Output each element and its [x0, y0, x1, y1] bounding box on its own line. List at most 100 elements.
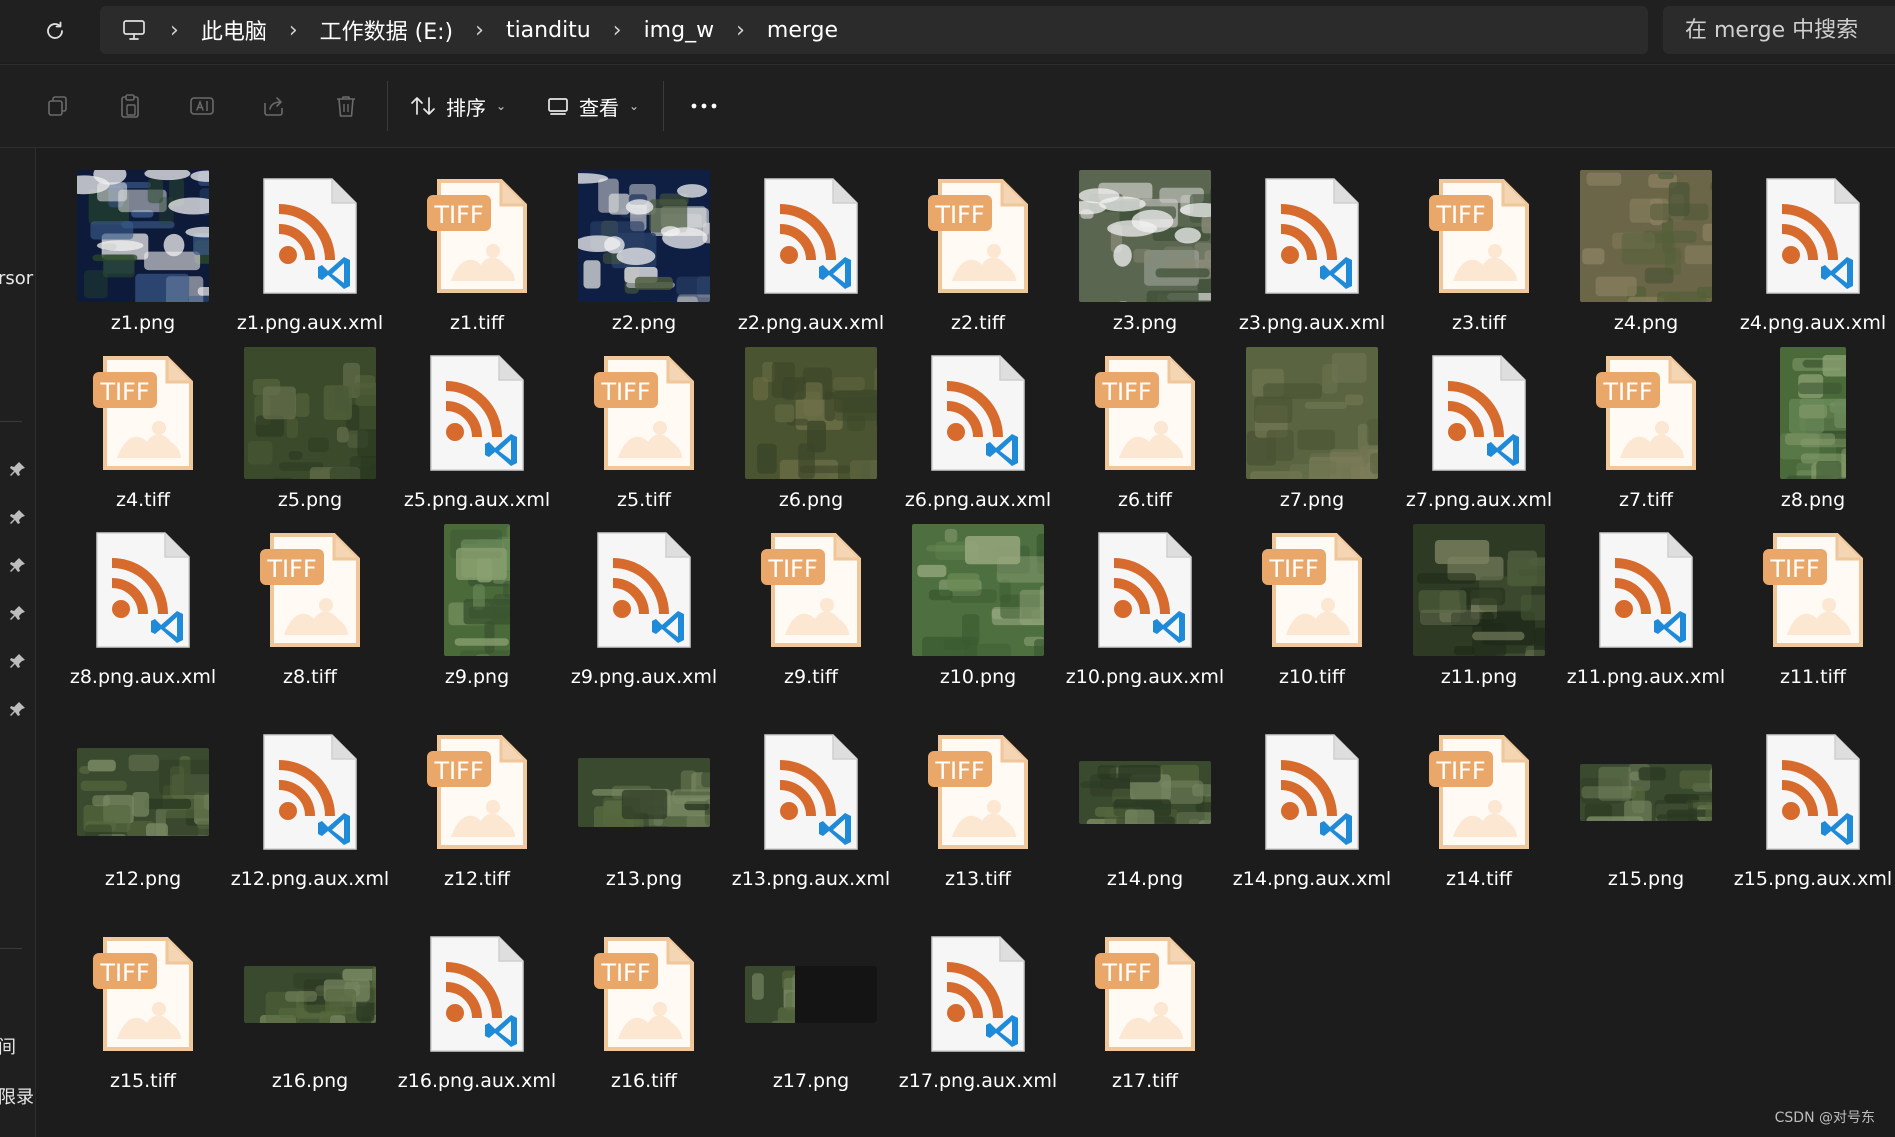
- copy-button[interactable]: [39, 87, 77, 125]
- more-options-button[interactable]: [684, 87, 724, 125]
- file-item[interactable]: z10.png: [903, 510, 1053, 688]
- svg-text:TIFF: TIFF: [934, 757, 984, 785]
- file-item[interactable]: TIFF z15.tiff: [68, 914, 218, 1092]
- file-item[interactable]: TIFF z17.tiff: [1070, 914, 1220, 1092]
- chevron-right-icon[interactable]: ›: [170, 18, 179, 43]
- pin-icon[interactable]: [9, 700, 27, 718]
- share-button[interactable]: [255, 87, 293, 125]
- file-item[interactable]: z1.png: [68, 156, 218, 334]
- nav-item-partial[interactable]: 间: [0, 1033, 16, 1059]
- file-item[interactable]: TIFF z4.tiff: [68, 333, 218, 511]
- sort-dropdown[interactable]: 排序 ⌄: [410, 87, 506, 125]
- refresh-button[interactable]: [38, 14, 72, 48]
- file-item[interactable]: z7.png: [1237, 333, 1387, 511]
- breadcrumb-this-pc[interactable]: 此电脑: [201, 14, 267, 46]
- file-item[interactable]: z16.png: [235, 914, 385, 1092]
- svg-text:TIFF: TIFF: [1435, 201, 1485, 229]
- breadcrumb-img-w[interactable]: img_w: [644, 18, 715, 43]
- file-item[interactable]: z8.png.aux.xml: [68, 510, 218, 688]
- file-item[interactable]: z13.png.aux.xml: [732, 712, 890, 890]
- paste-button[interactable]: [111, 87, 149, 125]
- file-name: z14.tiff: [1445, 868, 1512, 890]
- file-item[interactable]: TIFF z9.tiff: [736, 510, 886, 688]
- file-item[interactable]: TIFF z8.tiff: [235, 510, 385, 688]
- file-thumbnail: [235, 724, 385, 860]
- file-item[interactable]: z15.png: [1571, 712, 1721, 890]
- file-item[interactable]: z1.png.aux.xml: [235, 156, 385, 334]
- file-item[interactable]: z6.png: [736, 333, 886, 511]
- file-item[interactable]: TIFF z5.tiff: [569, 333, 719, 511]
- refresh-icon: [47, 21, 63, 39]
- pin-icon[interactable]: [9, 460, 27, 478]
- rename-button[interactable]: [183, 87, 221, 125]
- svg-text:TIFF: TIFF: [433, 201, 483, 229]
- pin-icon[interactable]: [9, 556, 27, 574]
- this-pc-icon[interactable]: [120, 16, 148, 44]
- sort-icon: [411, 97, 435, 115]
- file-name: z1.png: [110, 312, 176, 334]
- file-item[interactable]: z12.png.aux.xml: [231, 712, 389, 890]
- nav-item-partial[interactable]: 限录: [0, 1083, 34, 1109]
- file-item[interactable]: TIFF z13.tiff: [903, 712, 1053, 890]
- file-item[interactable]: z5.png: [235, 333, 385, 511]
- file-item[interactable]: z17.png.aux.xml: [899, 914, 1057, 1092]
- file-item[interactable]: z2.png.aux.xml: [736, 156, 886, 334]
- svg-text:TIFF: TIFF: [600, 959, 650, 987]
- file-item[interactable]: TIFF z16.tiff: [569, 914, 719, 1092]
- chevron-right-icon[interactable]: ›: [475, 18, 484, 43]
- file-item[interactable]: z3.png: [1070, 156, 1220, 334]
- file-item[interactable]: TIFF z6.tiff: [1070, 333, 1220, 511]
- file-item[interactable]: z2.png: [569, 156, 719, 334]
- pin-icon[interactable]: [9, 652, 27, 670]
- file-item[interactable]: z4.png: [1571, 156, 1721, 334]
- file-item[interactable]: z14.png.aux.xml: [1233, 712, 1391, 890]
- breadcrumb-tianditu[interactable]: tianditu: [506, 18, 591, 43]
- file-item[interactable]: TIFF z12.tiff: [402, 712, 552, 890]
- search-box[interactable]: [1663, 6, 1895, 54]
- file-item[interactable]: TIFF z11.tiff: [1738, 510, 1888, 688]
- file-item[interactable]: z6.png.aux.xml: [903, 333, 1053, 511]
- file-item[interactable]: TIFF z10.tiff: [1237, 510, 1387, 688]
- breadcrumb-drive-e[interactable]: 工作数据 (E:): [320, 14, 453, 46]
- file-name: z13.png.aux.xml: [731, 868, 891, 890]
- file-thumbnail: [903, 522, 1053, 658]
- search-input[interactable]: [1683, 16, 1895, 44]
- file-item[interactable]: z9.png: [402, 510, 552, 688]
- view-dropdown[interactable]: 查看 ⌄: [547, 87, 639, 125]
- pin-icon[interactable]: [9, 508, 27, 526]
- file-name: z17.tiff: [1111, 1070, 1178, 1092]
- file-item[interactable]: z11.png.aux.xml: [1567, 510, 1725, 688]
- file-item[interactable]: z16.png.aux.xml: [398, 914, 556, 1092]
- file-item[interactable]: z4.png.aux.xml: [1738, 156, 1888, 334]
- file-item[interactable]: z5.png.aux.xml: [402, 333, 552, 511]
- file-item[interactable]: z11.png: [1404, 510, 1554, 688]
- file-item[interactable]: z13.png: [569, 712, 719, 890]
- delete-button[interactable]: [327, 87, 365, 125]
- file-item[interactable]: TIFF z7.tiff: [1571, 333, 1721, 511]
- chevron-right-icon[interactable]: ›: [613, 18, 622, 43]
- file-item[interactable]: z17.png: [736, 914, 886, 1092]
- nav-item-partial[interactable]: rsor: [0, 268, 33, 289]
- address-breadcrumb[interactable]: › 此电脑 › 工作数据 (E:) › tianditu › img_w › m…: [100, 6, 1648, 54]
- file-thumbnail: [68, 724, 218, 860]
- file-item[interactable]: z10.png.aux.xml: [1066, 510, 1224, 688]
- file-item[interactable]: TIFF z3.tiff: [1404, 156, 1554, 334]
- file-item[interactable]: z9.png.aux.xml: [569, 510, 719, 688]
- xml-file-icon: [430, 355, 524, 471]
- file-item[interactable]: z3.png.aux.xml: [1237, 156, 1387, 334]
- file-item[interactable]: TIFF z1.tiff: [402, 156, 552, 334]
- file-item[interactable]: z15.png.aux.xml: [1734, 712, 1892, 890]
- file-item[interactable]: z8.png: [1738, 333, 1888, 511]
- file-item[interactable]: TIFF z2.tiff: [903, 156, 1053, 334]
- chevron-right-icon[interactable]: ›: [736, 18, 745, 43]
- file-item[interactable]: z12.png: [68, 712, 218, 890]
- file-item[interactable]: TIFF z14.tiff: [1404, 712, 1554, 890]
- file-item[interactable]: z14.png: [1070, 712, 1220, 890]
- image-thumbnail: [77, 748, 209, 836]
- image-thumbnail: [745, 347, 877, 479]
- chevron-right-icon[interactable]: ›: [289, 18, 298, 43]
- file-item[interactable]: z7.png.aux.xml: [1404, 333, 1554, 511]
- breadcrumb-merge[interactable]: merge: [767, 18, 838, 43]
- svg-text:TIFF: TIFF: [99, 959, 149, 987]
- pin-icon[interactable]: [9, 604, 27, 622]
